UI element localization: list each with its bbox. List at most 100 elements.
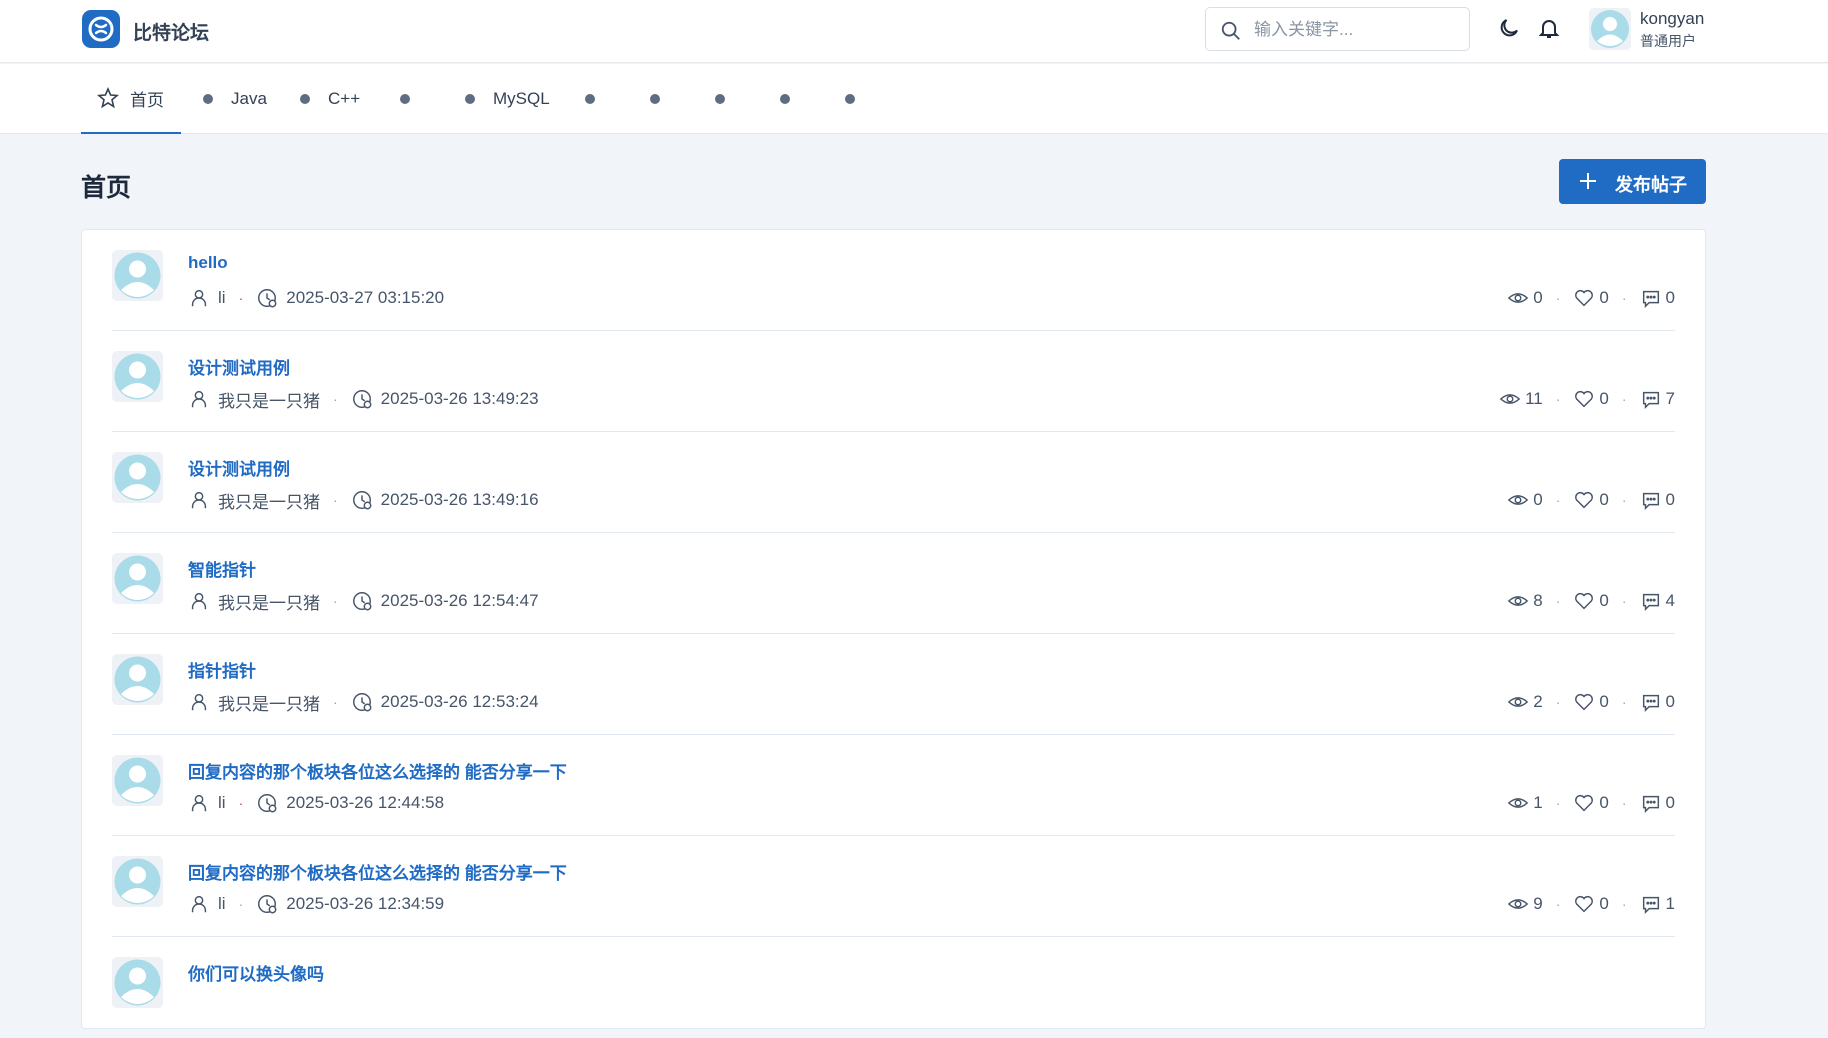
user-icon	[191, 390, 207, 408]
heart-icon[interactable]	[1573, 792, 1595, 814]
nav-label: MySQL	[493, 89, 550, 108]
meta-separator: ·	[238, 290, 244, 306]
heart-icon[interactable]	[1573, 590, 1595, 612]
nav-item-unnamed[interactable]	[715, 64, 725, 134]
post-row[interactable]: 指针指针 我只是一只猪 · 2025-03-26 12:53:24 2 · 0 …	[112, 634, 1675, 735]
post-row[interactable]: 回复内容的那个板块各位这么选择的 能否分享一下 li · 2025-03-26 …	[112, 735, 1675, 836]
user-avatar[interactable]	[1589, 8, 1631, 50]
post-row[interactable]: 你们可以换头像吗	[112, 937, 1675, 1038]
post-author[interactable]: 我只是一只猪	[218, 589, 320, 614]
view-count: 8	[1533, 591, 1543, 610]
author-avatar[interactable]	[112, 351, 163, 402]
dot-icon	[715, 94, 725, 104]
heart-icon[interactable]	[1573, 388, 1595, 410]
author-avatar[interactable]	[112, 755, 163, 806]
dark-mode-moon-icon[interactable]	[1497, 16, 1521, 40]
author-avatar[interactable]	[112, 856, 163, 907]
author-avatar[interactable]	[112, 452, 163, 503]
heart-icon[interactable]	[1573, 691, 1595, 713]
comment-icon	[1642, 593, 1659, 612]
post-title-link[interactable]: 指针指针	[188, 657, 256, 682]
post-author[interactable]: 我只是一只猪	[218, 690, 320, 715]
nav-item-mysql[interactable]: MySQL	[465, 64, 550, 134]
search-input[interactable]	[1254, 16, 1454, 44]
heart-icon[interactable]	[1573, 287, 1595, 309]
post-stats: 2 · 0 · 0	[1507, 690, 1675, 714]
clock-icon	[352, 390, 372, 409]
comment-count: 1	[1665, 894, 1675, 913]
user-icon	[191, 491, 207, 509]
stat-separator: ·	[1621, 391, 1627, 407]
post-list: hello li · 2025-03-27 03:15:20 0 · 0 · 0…	[81, 229, 1706, 1029]
author-avatar[interactable]	[112, 957, 163, 1008]
top-bar: 比特论坛 kongyan 普通用户	[0, 0, 1828, 63]
post-row[interactable]: 智能指针 我只是一只猪 · 2025-03-26 12:54:47 8 · 0 …	[112, 533, 1675, 634]
comment-count: 0	[1665, 490, 1675, 509]
view-count: 0	[1533, 288, 1543, 307]
post-title-link[interactable]: 你们可以换头像吗	[188, 960, 324, 985]
author-avatar[interactable]	[112, 250, 163, 301]
nav-item-unnamed[interactable]	[400, 64, 410, 134]
post-meta: 我只是一只猪 · 2025-03-26 13:49:23	[188, 387, 539, 411]
post-title-link[interactable]: 回复内容的那个板块各位这么选择的 能否分享一下	[188, 859, 567, 884]
post-time: 2025-03-27 03:15:20	[286, 288, 445, 307]
nav-item-unnamed[interactable]	[650, 64, 660, 134]
meta-separator: ·	[238, 795, 244, 811]
nav-item-unnamed[interactable]	[585, 64, 595, 134]
post-author[interactable]: li	[218, 894, 226, 914]
clock-icon	[258, 794, 277, 813]
post-row[interactable]: 回复内容的那个板块各位这么选择的 能否分享一下 li · 2025-03-26 …	[112, 836, 1675, 937]
view-count: 9	[1533, 894, 1543, 913]
nav-item-home[interactable]: 首页	[81, 64, 181, 134]
nav-item-java[interactable]: Java	[203, 64, 267, 134]
stat-separator: ·	[1555, 290, 1561, 306]
post-author[interactable]: li	[218, 793, 226, 813]
post-row[interactable]: 设计测试用例 我只是一只猪 · 2025-03-26 13:49:23 11 ·…	[112, 331, 1675, 432]
post-title-link[interactable]: hello	[188, 253, 228, 273]
post-time: 2025-03-26 12:34:59	[286, 894, 445, 913]
post-meta: li · 2025-03-26 12:44:58	[188, 791, 444, 815]
view-count: 2	[1533, 692, 1543, 711]
comment-icon	[1642, 694, 1659, 713]
heart-icon[interactable]	[1573, 489, 1595, 511]
post-author[interactable]: li	[218, 288, 226, 308]
clock-icon	[352, 491, 372, 510]
post-title-link[interactable]: 回复内容的那个板块各位这么选择的 能否分享一下	[188, 758, 567, 783]
post-stats: 9 · 0 · 1	[1507, 892, 1675, 916]
notification-bell-icon[interactable]	[1537, 16, 1561, 40]
dot-icon	[400, 94, 410, 104]
comment-icon	[1642, 492, 1659, 511]
comment-count: 0	[1665, 793, 1675, 812]
stat-separator: ·	[1555, 593, 1561, 609]
nav-item-cpp[interactable]: C++	[300, 64, 360, 134]
meta-separator: ·	[238, 896, 244, 912]
post-title-link[interactable]: 设计测试用例	[188, 354, 290, 379]
brand-name[interactable]: 比特论坛	[133, 18, 209, 45]
stat-separator: ·	[1555, 795, 1561, 811]
search-icon	[1221, 21, 1240, 40]
author-avatar[interactable]	[112, 553, 163, 604]
logo-icon[interactable]	[82, 10, 120, 48]
eye-icon	[1507, 899, 1529, 909]
post-stats: 0 · 0 · 0	[1507, 488, 1675, 512]
like-count: 0	[1599, 389, 1609, 408]
post-row[interactable]: hello li · 2025-03-27 03:15:20 0 · 0 · 0	[112, 230, 1675, 331]
eye-icon	[1507, 495, 1529, 505]
post-title-link[interactable]: 设计测试用例	[188, 455, 290, 480]
post-author[interactable]: 我只是一只猪	[218, 387, 320, 412]
heart-icon[interactable]	[1573, 893, 1595, 915]
user-name[interactable]: kongyan	[1640, 9, 1704, 29]
eye-icon	[1507, 697, 1529, 707]
post-author[interactable]: 我只是一只猪	[218, 488, 320, 513]
nav-item-unnamed[interactable]	[845, 64, 855, 134]
search-box[interactable]	[1205, 7, 1470, 51]
post-row[interactable]: 设计测试用例 我只是一只猪 · 2025-03-26 13:49:16 0 · …	[112, 432, 1675, 533]
author-avatar[interactable]	[112, 654, 163, 705]
clock-icon	[258, 895, 277, 914]
post-title-link[interactable]: 智能指针	[188, 556, 256, 581]
stat-separator: ·	[1555, 694, 1561, 710]
new-post-button[interactable]: 发布帖子	[1559, 159, 1706, 204]
post-meta: 我只是一只猪 · 2025-03-26 12:53:24	[188, 690, 539, 714]
nav-item-unnamed[interactable]	[780, 64, 790, 134]
clock-icon	[258, 289, 277, 308]
